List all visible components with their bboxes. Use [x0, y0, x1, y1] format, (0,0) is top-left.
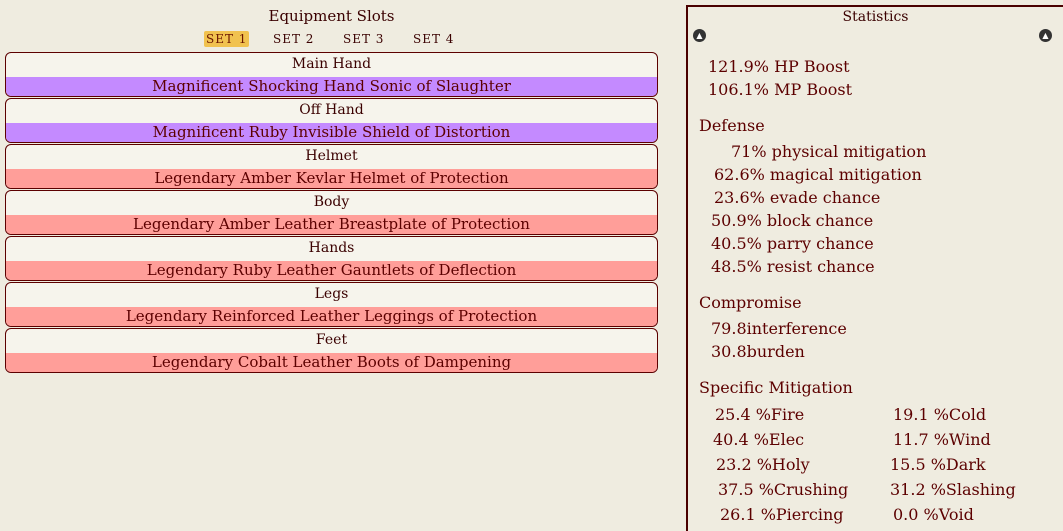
slot-legs[interactable]: Legs Legendary Reinforced Leather Leggin…	[5, 282, 658, 327]
slot-item[interactable]: Magnificent Ruby Invisible Shield of Dis…	[6, 123, 657, 142]
stat-physical-mitigation: 71% physical mitigation	[731, 142, 927, 161]
equipment-panel: Equipment Slots SET 1 SET 2 SET 3 SET 4 …	[0, 0, 663, 531]
stat-dark: 15.5 %Dark	[890, 455, 986, 474]
slot-label: Legs	[314, 286, 349, 302]
scroll-up-icon[interactable]: ▲	[693, 29, 706, 42]
slot-body[interactable]: Body Legendary Amber Leather Breastplate…	[5, 190, 658, 235]
slot-hands[interactable]: Hands Legendary Ruby Leather Gauntlets o…	[5, 236, 658, 281]
stat-evade-chance: 23.6% evade chance	[714, 188, 881, 207]
slot-feet[interactable]: Feet Legendary Cobalt Leather Boots of D…	[5, 328, 658, 373]
tab-set-1[interactable]: SET 1	[204, 31, 250, 47]
slot-label: Off Hand	[299, 102, 364, 118]
stat-magical-mitigation: 62.6% magical mitigation	[714, 165, 922, 184]
stat-holy: 23.2 %Holy	[716, 455, 810, 474]
specific-mitigation-header: Specific Mitigation	[699, 378, 853, 397]
tab-set-3[interactable]: SET 3	[341, 31, 386, 47]
slot-item[interactable]: Magnificent Shocking Hand Sonic of Slaug…	[6, 77, 657, 96]
equipment-title: Equipment Slots	[268, 7, 395, 25]
defense-header: Defense	[699, 116, 765, 135]
hp-boost: 121.9% HP Boost	[708, 57, 850, 76]
slot-label: Hands	[308, 240, 355, 256]
statistics-title: Statistics	[842, 9, 909, 25]
stat-burden: 30.8burden	[711, 342, 805, 361]
slot-label: Main Hand	[291, 56, 372, 72]
slot-main-hand[interactable]: Main Hand Magnificent Shocking Hand Soni…	[5, 52, 658, 97]
tab-set-4[interactable]: SET 4	[411, 31, 456, 47]
slot-item[interactable]: Legendary Ruby Leather Gauntlets of Defl…	[6, 261, 657, 280]
stat-crushing: 37.5 %Crushing	[718, 480, 849, 499]
stat-fire: 25.4 %Fire	[715, 405, 805, 424]
stat-piercing: 26.1 %Piercing	[720, 505, 844, 524]
slot-label: Helmet	[305, 148, 358, 164]
slot-item[interactable]: Legendary Reinforced Leather Leggings of…	[6, 307, 657, 326]
slot-helmet[interactable]: Helmet Legendary Amber Kevlar Helmet of …	[5, 144, 658, 189]
tab-set-2[interactable]: SET 2	[271, 31, 316, 47]
slot-off-hand[interactable]: Off Hand Magnificent Ruby Invisible Shie…	[5, 98, 658, 143]
slot-item[interactable]: Legendary Amber Leather Breastplate of P…	[6, 215, 657, 234]
slot-label: Feet	[315, 332, 348, 348]
set-tabs: SET 1 SET 2 SET 3 SET 4	[0, 31, 663, 49]
stat-slashing: 31.2 %Slashing	[890, 480, 1016, 499]
stat-interference: 79.8interference	[711, 319, 847, 338]
stat-elec: 40.4 %Elec	[713, 430, 805, 449]
stat-resist-chance: 48.5% resist chance	[711, 257, 875, 276]
statistics-panel[interactable]: Statistics ▲ ▲ 121.9% HP Boost 106.1% MP…	[686, 5, 1063, 531]
compromise-header: Compromise	[699, 293, 802, 312]
stat-block-chance: 50.9% block chance	[711, 211, 874, 230]
scroll-up-icon[interactable]: ▲	[1039, 29, 1052, 42]
slot-item[interactable]: Legendary Amber Kevlar Helmet of Protect…	[6, 169, 657, 188]
stat-parry-chance: 40.5% parry chance	[711, 234, 874, 253]
stat-void: 0.0 %Void	[893, 505, 974, 524]
mp-boost: 106.1% MP Boost	[708, 80, 852, 99]
slot-label: Body	[313, 194, 350, 210]
stat-cold: 19.1 %Cold	[893, 405, 987, 424]
slot-item[interactable]: Legendary Cobalt Leather Boots of Dampen…	[6, 353, 657, 372]
stat-wind: 11.7 %Wind	[893, 430, 991, 449]
